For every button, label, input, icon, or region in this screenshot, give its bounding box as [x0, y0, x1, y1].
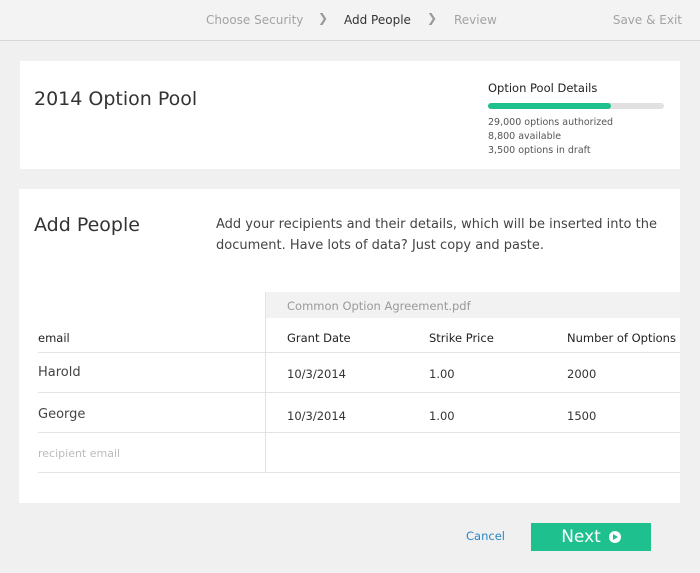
pool-details-title: Option Pool Details: [488, 81, 598, 95]
step-review[interactable]: Review: [454, 13, 497, 27]
pool-title: 2014 Option Pool: [34, 88, 198, 110]
chevron-right-icon: ❯: [427, 11, 438, 25]
arrow-circle-right-icon: [608, 531, 621, 543]
table-cell-strike-price[interactable]: 1.00: [429, 367, 455, 381]
option-pool-card: 2014 Option Pool Option Pool Details 29,…: [20, 61, 680, 169]
table-cell-grant-date[interactable]: 10/3/2014: [287, 409, 346, 423]
chevron-right-icon: ❯: [318, 11, 329, 25]
options-draft: 3,500 options in draft: [488, 145, 591, 156]
column-header-number-of-options: Number of Options: [567, 331, 676, 345]
row-divider: [38, 472, 680, 473]
add-people-card: Add People Add your recipients and their…: [19, 189, 680, 503]
cancel-button[interactable]: Cancel: [466, 529, 505, 543]
row-divider: [38, 352, 680, 353]
add-people-description: Add your recipients and their details, w…: [216, 217, 657, 253]
column-header-grant-date: Grant Date: [287, 331, 351, 345]
column-header-strike-price: Strike Price: [429, 331, 494, 345]
row-divider: [38, 392, 680, 393]
next-button[interactable]: Next: [531, 523, 651, 551]
add-people-title: Add People: [34, 214, 140, 236]
save-exit-link[interactable]: Save & Exit: [613, 13, 682, 27]
pool-details: Option Pool Details 29,000 options autho…: [488, 81, 664, 157]
column-divider: [265, 292, 266, 472]
recipient-email-input[interactable]: [38, 442, 258, 464]
table-cell-number-of-options[interactable]: 2000: [567, 367, 596, 381]
pool-progress-bar: [488, 103, 664, 109]
table-cell-strike-price[interactable]: 1.00: [429, 409, 455, 423]
wizard-nav: Choose Security ❯ Add People ❯ Review Sa…: [0, 0, 700, 41]
document-header: Common Option Agreement.pdf: [265, 292, 680, 318]
step-add-people[interactable]: Add People: [344, 13, 411, 27]
column-header-email: email: [38, 331, 70, 345]
table-cell-email[interactable]: George: [38, 407, 85, 422]
row-divider: [38, 432, 680, 433]
document-name: Common Option Agreement.pdf: [287, 299, 471, 313]
options-available: 8,800 available: [488, 131, 562, 142]
table-cell-number-of-options[interactable]: 1500: [567, 409, 596, 423]
step-choose-security[interactable]: Choose Security: [206, 13, 303, 27]
table-cell-grant-date[interactable]: 10/3/2014: [287, 367, 346, 381]
table-cell-email[interactable]: Harold: [38, 365, 81, 380]
next-button-label: Next: [561, 527, 601, 547]
pool-progress-fill: [488, 103, 612, 109]
options-authorized: 29,000 options authorized: [488, 117, 614, 128]
